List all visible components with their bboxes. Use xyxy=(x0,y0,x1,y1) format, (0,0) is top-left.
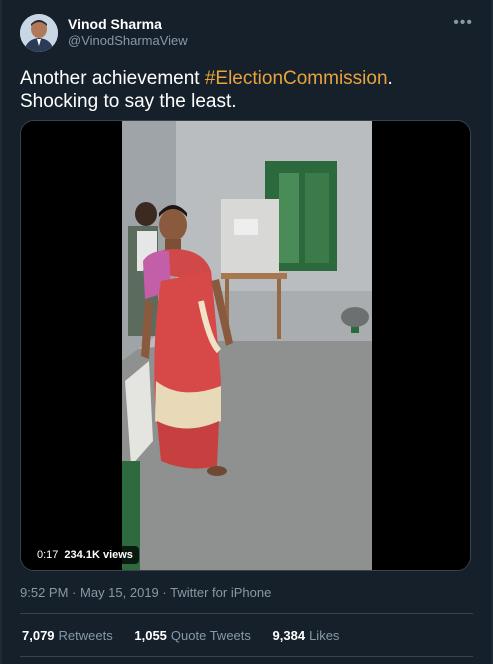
tweet-date[interactable]: May 15, 2019 xyxy=(80,585,159,600)
retweets-count: 7,079 xyxy=(22,628,55,643)
retweets-label: Retweets xyxy=(58,628,113,643)
avatar[interactable] xyxy=(20,14,58,52)
more-icon[interactable]: ••• xyxy=(453,14,473,32)
divider-bottom xyxy=(20,656,473,657)
tweet-stats: 7,079 Retweets 1,055 Quote Tweets 9,384 Lik… xyxy=(22,628,357,643)
tweet-card: Vinod Sharma @VinodSharmaView ••• Anothe… xyxy=(0,0,493,664)
user-name[interactable]: Vinod Sharma xyxy=(68,16,162,32)
avatar-image xyxy=(20,14,58,52)
video-views: 234.1K views xyxy=(64,549,133,561)
likes-stat[interactable]: 9,384 Likes xyxy=(273,628,340,643)
quote-tweets-count: 1,055 xyxy=(134,628,167,643)
meta-separator-1: · xyxy=(72,585,77,600)
tweet-text-start: Another achievement xyxy=(20,68,205,89)
video-frame xyxy=(21,121,470,570)
tweet-time[interactable]: 9:52 PM xyxy=(20,585,68,600)
retweets-stat[interactable]: 7,079 Retweets xyxy=(22,628,113,643)
tweet-meta: 9:52 PM · May 15, 2019 · Twitter for iPh… xyxy=(20,585,271,600)
quote-tweets-label: Quote Tweets xyxy=(170,628,251,643)
quote-tweets-stat[interactable]: 1,055 Quote Tweets xyxy=(134,628,251,643)
likes-count: 9,384 xyxy=(272,628,306,643)
meta-separator-2: · xyxy=(162,585,167,600)
left-border xyxy=(0,0,2,664)
video-player[interactable]: 0:17 234.1K views xyxy=(20,120,471,571)
tweet-text: Another achievement #ElectionCommission.… xyxy=(20,67,475,113)
likes-label: Likes xyxy=(309,628,340,643)
video-duration: 0:17 xyxy=(37,549,59,561)
tweet-source[interactable]: Twitter for iPhone xyxy=(170,585,271,600)
user-handle[interactable]: @VinodSharmaView xyxy=(68,33,188,48)
video-badge: 0:17 234.1K views xyxy=(31,546,139,564)
hashtag-link[interactable]: #ElectionCommission xyxy=(205,68,388,89)
divider-top xyxy=(20,613,473,614)
